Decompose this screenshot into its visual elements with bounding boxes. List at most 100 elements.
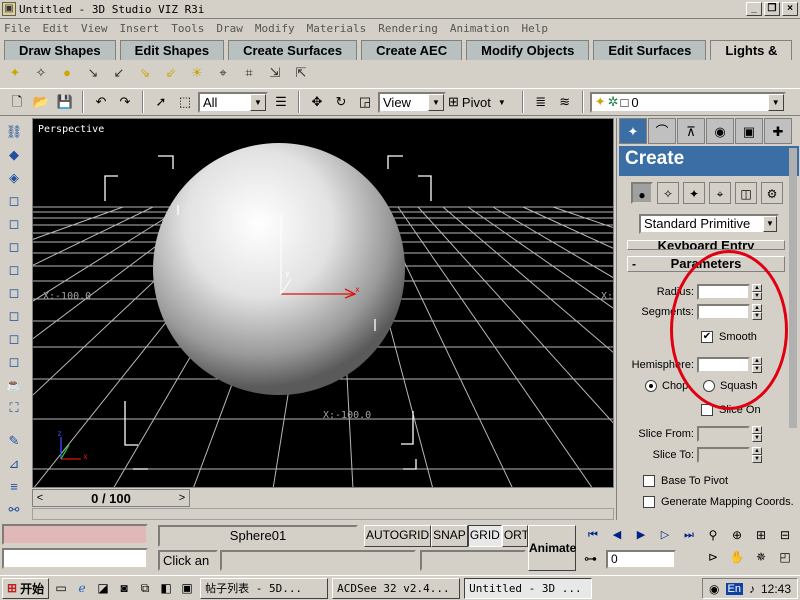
animate-button[interactable]: Animate [528, 525, 576, 571]
maxscript-listener-field[interactable] [2, 524, 148, 545]
menu-draw[interactable]: Draw [216, 22, 243, 35]
new-file-icon[interactable]: 🗋 [6, 91, 28, 113]
sunlight-icon[interactable]: ☀ [188, 64, 206, 82]
chop-radio[interactable] [645, 380, 657, 392]
quicklaunch-desktop-icon[interactable]: ▭ [52, 579, 70, 597]
modify-tab-icon[interactable]: ⌒ [648, 118, 676, 144]
menu-edit[interactable]: Edit [43, 22, 70, 35]
light-icon[interactable]: ✦ [6, 64, 24, 82]
layer-properties-icon[interactable]: ≋ [554, 91, 576, 113]
box-blue-icon[interactable]: ◆ [3, 145, 25, 165]
systems-icon[interactable]: ⚙ [761, 182, 783, 204]
language-indicator[interactable]: En [725, 582, 743, 595]
layer-dropdown[interactable]: ✦ ✲ □ 0 ▼ [589, 91, 786, 113]
box-wire-icon[interactable]: ◻ [3, 283, 25, 303]
move-icon[interactable]: ✥ [306, 91, 328, 113]
tab-create-surfaces[interactable]: Create Surfaces [228, 40, 358, 60]
quicklaunch-app-icon[interactable]: ▣ [178, 579, 196, 597]
menu-modify[interactable]: Modify [255, 22, 295, 35]
tab-edit-shapes[interactable]: Edit Shapes [119, 40, 225, 60]
target-spot-icon[interactable]: ↘ [84, 64, 102, 82]
time-next-button[interactable]: > [175, 492, 189, 504]
slice-from-input[interactable] [697, 426, 750, 442]
taskbar-item-forum[interactable]: 帖子列表 - 5D... [200, 577, 329, 599]
close-button[interactable]: × [782, 2, 798, 16]
zoom-icon[interactable]: ⚲ [702, 525, 724, 545]
paint-icon[interactable]: ✎ [3, 431, 25, 451]
link-icon[interactable]: ⛓ [3, 122, 25, 142]
menu-help[interactable]: Help [521, 22, 548, 35]
pivot-button[interactable]: ⊞ Pivot ▼ [448, 94, 506, 110]
menu-rendering[interactable]: Rendering [378, 22, 438, 35]
tab-lights[interactable]: Lights & [710, 40, 793, 60]
play-icon[interactable]: ▶ [630, 525, 652, 545]
light-include-icon[interactable]: ⇱ [292, 64, 310, 82]
minimize-button[interactable]: _ [746, 2, 762, 16]
camera-free-icon[interactable]: ⌗ [240, 64, 258, 82]
base-to-pivot-checkbox[interactable] [643, 475, 655, 487]
slice-to-spinner[interactable]: ▲ ▼ [752, 447, 762, 463]
box-wire-icon[interactable]: ◻ [3, 306, 25, 326]
menu-file[interactable]: File [4, 22, 31, 35]
menu-animation[interactable]: Animation [450, 22, 510, 35]
box-wire-icon[interactable]: ◻ [3, 329, 25, 349]
zoom-extents-all-icon[interactable]: ⊟ [774, 525, 796, 545]
grid-button[interactable]: GRID [467, 525, 502, 547]
key-mode-icon[interactable]: ⊶ [584, 551, 597, 567]
quicklaunch-app-icon[interactable]: ⧉ [136, 579, 154, 597]
quicklaunch-app-icon[interactable]: ◙ [115, 579, 133, 597]
shapes-icon[interactable]: ✧ [657, 182, 679, 204]
quicklaunch-app-icon[interactable]: ◪ [94, 579, 112, 597]
free-spot-icon[interactable]: ↙ [110, 64, 128, 82]
box-wire-icon[interactable]: ◻ [3, 260, 25, 280]
box-wire-icon[interactable]: ◻ [3, 352, 25, 372]
menu-materials[interactable]: Materials [307, 22, 367, 35]
light-list-icon[interactable]: ⇲ [266, 64, 284, 82]
start-button[interactable]: ⊞ 开始 [2, 577, 50, 599]
taskbar-item-acdsee[interactable]: ACDSee 32 v2.4... [332, 577, 461, 599]
primitive-type-dropdown[interactable]: Standard Primitive ▼ [639, 214, 779, 234]
layers-icon[interactable]: ≣ [530, 91, 552, 113]
scale-icon[interactable]: ◲ [354, 91, 376, 113]
quicklaunch-app-icon[interactable]: ◧ [157, 579, 175, 597]
taskbar-item-3dviz[interactable]: Untitled - 3D ... [464, 577, 593, 599]
display-tab-icon[interactable]: ▣ [735, 118, 763, 144]
next-frame-icon[interactable]: ▷ [654, 525, 676, 545]
zoom-all-icon[interactable]: ⊕ [726, 525, 748, 545]
goto-end-icon[interactable]: ⏭ [678, 525, 700, 545]
geometry-icon[interactable]: ● [631, 182, 653, 204]
link-chain-icon[interactable]: ⚯ [3, 500, 25, 520]
goto-start-icon[interactable]: ⏮ [582, 525, 604, 545]
open-file-icon[interactable]: 📂 [30, 91, 52, 113]
redo-icon[interactable]: ↷ [114, 91, 136, 113]
mapping-coords-checkbox[interactable] [643, 496, 655, 508]
coord-system-dropdown[interactable]: View ▼ [378, 91, 446, 113]
box-wire-icon[interactable]: ◻ [3, 237, 25, 257]
camera-view-icon[interactable]: ⛶ [3, 398, 25, 418]
tab-draw-shapes[interactable]: Draw Shapes [4, 40, 116, 60]
command-panel-scrollbar[interactable] [789, 148, 797, 428]
box-wire-icon[interactable]: ◻ [3, 191, 25, 211]
camera-target-icon[interactable]: ⌖ [214, 64, 232, 82]
slice-from-spinner[interactable]: ▲ ▼ [752, 426, 762, 442]
volume-icon[interactable]: ♪ [749, 582, 755, 596]
helpers-icon[interactable]: ◫ [735, 182, 757, 204]
box-wire-icon[interactable]: ◻ [3, 214, 25, 234]
fov-icon[interactable]: ⊳ [702, 547, 724, 567]
save-file-icon[interactable]: 💾 [54, 91, 76, 113]
selection-filter-dropdown[interactable]: All ▼ [198, 91, 268, 113]
hierarchy-tab-icon[interactable]: ⊼ [677, 118, 705, 144]
tray-app-icon[interactable]: ◉ [709, 582, 719, 596]
track-bar[interactable] [32, 508, 614, 520]
align-icon[interactable]: ≡ [3, 477, 25, 497]
app-icon[interactable]: ▣ [2, 2, 16, 16]
pan-icon[interactable]: ✋ [726, 547, 748, 567]
autogrid-button[interactable]: AUTOGRID [364, 525, 432, 547]
perspective-viewport[interactable]: Perspective X:-100.0 X: X:-100.0 z y x z… [32, 118, 614, 488]
cameras-icon[interactable]: ⌖ [709, 182, 731, 204]
prev-frame-icon[interactable]: ◀ [606, 525, 628, 545]
viewport-label[interactable]: Perspective [38, 124, 104, 135]
teapot-icon[interactable]: ☕ [3, 375, 25, 395]
snap-button[interactable]: SNAP [431, 525, 468, 547]
tab-edit-surfaces[interactable]: Edit Surfaces [593, 40, 707, 60]
